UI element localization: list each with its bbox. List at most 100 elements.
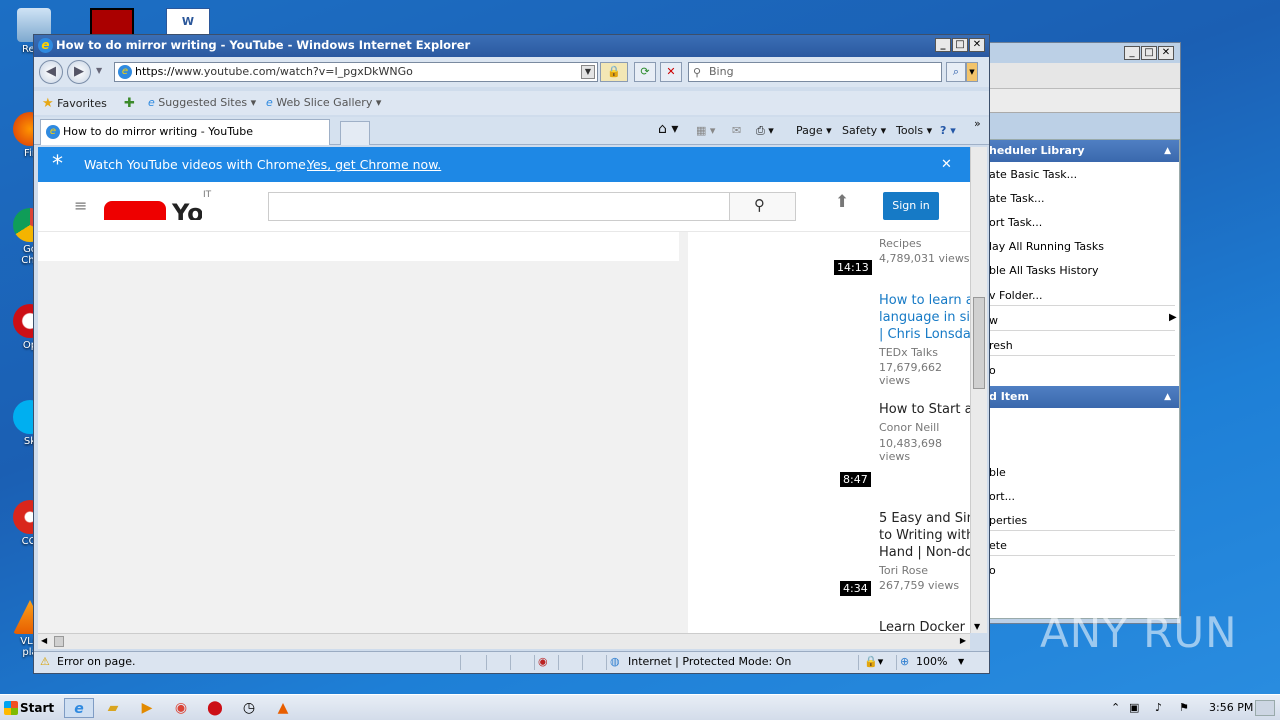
- action-create-task[interactable]: ate Task...: [989, 192, 1045, 205]
- scroll-down-arrow-icon[interactable]: ▼: [974, 622, 980, 631]
- recent-pages-dropdown-icon[interactable]: ▼: [96, 66, 102, 75]
- taskbar-media-player-icon[interactable]: ▶: [132, 698, 162, 718]
- video-title[interactable]: How to Start a: [879, 401, 970, 418]
- taskbar-opera-icon[interactable]: ⬤: [200, 698, 230, 718]
- video-title-line[interactable]: | Chris Lonsdal: [879, 326, 970, 343]
- scrollbar-thumb[interactable]: [54, 636, 64, 647]
- search-options-icon[interactable]: ▼: [966, 62, 978, 82]
- scrollbar-thumb[interactable]: [973, 297, 985, 389]
- suggested-sites-link[interactable]: e Suggested Sites ▾: [148, 96, 256, 109]
- new-tab-button[interactable]: [340, 121, 370, 145]
- action-export[interactable]: ort...: [989, 490, 1015, 503]
- action-new-folder[interactable]: v Folder...: [989, 289, 1042, 302]
- sign-in-button[interactable]: Sign in: [883, 192, 939, 220]
- video-title-line[interactable]: language in six: [879, 309, 970, 326]
- action-display-running-tasks[interactable]: lay All Running Tasks: [989, 240, 1104, 253]
- menu-hamburger-icon[interactable]: ≡: [74, 196, 87, 215]
- security-lock-button[interactable]: 🔒: [600, 62, 628, 82]
- action-create-basic-task[interactable]: ate Basic Task...: [989, 168, 1077, 181]
- page-menu[interactable]: Page ▾: [796, 124, 832, 137]
- youtube-search-input[interactable]: [268, 192, 730, 221]
- chevron-right-icon[interactable]: »: [974, 117, 981, 130]
- taskbar-chrome-icon[interactable]: ◉: [166, 698, 196, 718]
- feeds-icon[interactable]: ▦ ▾: [696, 124, 715, 137]
- close-button[interactable]: ✕: [1158, 46, 1174, 60]
- forward-button[interactable]: ▶: [67, 60, 91, 84]
- privacy-icon[interactable]: ◉: [538, 652, 548, 672]
- protected-mode-icon[interactable]: 🔒▾: [864, 652, 883, 672]
- youtube-search-button[interactable]: ⚲: [730, 192, 796, 221]
- maximize-button[interactable]: □: [952, 38, 968, 52]
- action-enable-history[interactable]: ble All Tasks History: [989, 264, 1099, 277]
- action-enable[interactable]: ble: [989, 466, 1006, 479]
- horizontal-scrollbar[interactable]: ◀ ▶: [38, 633, 970, 649]
- action-refresh[interactable]: resh: [989, 339, 1013, 352]
- safety-menu[interactable]: Safety ▾: [842, 124, 886, 137]
- scroll-right-arrow-icon[interactable]: ▶: [960, 636, 966, 645]
- web-slice-gallery-link[interactable]: e Web Slice Gallery ▾: [266, 96, 381, 109]
- tools-menu[interactable]: Tools ▾: [896, 124, 932, 137]
- action-delete[interactable]: ete: [989, 539, 1007, 552]
- action-help[interactable]: o: [989, 564, 996, 577]
- taskbar-vlc-icon[interactable]: ▲: [268, 698, 298, 718]
- favorites-button[interactable]: ★ Favorites: [42, 96, 107, 111]
- action-center-icon[interactable]: ⚑: [1179, 695, 1189, 720]
- security-zone-text[interactable]: Internet | Protected Mode: On: [628, 652, 791, 672]
- upload-icon[interactable]: ⬆: [835, 192, 849, 212]
- actions-section-header[interactable]: heduler Library ▲: [985, 140, 1179, 162]
- warning-icon[interactable]: ⚠: [40, 652, 50, 672]
- video-title[interactable]: Learn Docker i: [879, 619, 970, 633]
- print-icon[interactable]: ⎙ ▾: [756, 124, 774, 138]
- action-import-task[interactable]: ort Task...: [989, 216, 1042, 229]
- word-doc-icon[interactable]: W: [166, 8, 210, 36]
- minimize-button[interactable]: _: [1124, 46, 1140, 60]
- minimize-button[interactable]: _: [935, 38, 951, 52]
- pdf-app-icon[interactable]: [90, 8, 134, 36]
- zoom-icon[interactable]: ⊕: [900, 652, 909, 672]
- selected-item-section-header[interactable]: d Item ▲: [985, 386, 1179, 408]
- collapse-icon[interactable]: ▲: [1164, 386, 1171, 408]
- stop-button[interactable]: ✕: [660, 62, 682, 82]
- get-chrome-link[interactable]: Yes, get Chrome now.: [307, 147, 441, 182]
- task-scheduler-window[interactable]: _ □ ✕ heduler Library ▲ ate Basic Task..…: [975, 42, 1181, 624]
- back-button[interactable]: ◀: [39, 60, 63, 84]
- taskbar-clock-app-icon[interactable]: ◷: [234, 698, 264, 718]
- zoom-dropdown-icon[interactable]: ▼: [958, 652, 964, 672]
- youtube-logo[interactable]: Yo: [104, 201, 202, 220]
- add-favorites-icon[interactable]: ✚: [124, 96, 135, 111]
- close-button[interactable]: ✕: [969, 38, 985, 52]
- video-title-line[interactable]: to Writing with: [879, 527, 970, 544]
- title-bar[interactable]: e How to do mirror writing - YouTube - W…: [34, 35, 989, 57]
- search-input[interactable]: ⚲ Bing: [688, 62, 942, 82]
- video-title-line[interactable]: Hand | Non-do: [879, 544, 970, 561]
- taskbar-explorer-icon[interactable]: ▰: [98, 698, 128, 718]
- maximize-button[interactable]: □: [1141, 46, 1157, 60]
- action-view[interactable]: w: [989, 314, 998, 327]
- network-icon[interactable]: ▣: [1129, 695, 1139, 720]
- read-mail-icon[interactable]: ✉: [732, 124, 741, 137]
- help-icon[interactable]: ? ▾: [940, 124, 956, 137]
- search-button[interactable]: ⌕: [946, 62, 966, 82]
- volume-icon[interactable]: ♪: [1155, 695, 1162, 720]
- show-desktop-button[interactable]: [1255, 700, 1275, 716]
- vertical-scrollbar[interactable]: ▼: [970, 147, 987, 633]
- video-title-line[interactable]: 5 Easy and Sim: [879, 510, 970, 527]
- zoom-level[interactable]: 100%: [916, 652, 947, 672]
- tab-active[interactable]: e How to do mirror writing - YouTube: [40, 119, 330, 145]
- video-title-line[interactable]: How to learn a: [879, 292, 970, 309]
- banner-close-icon[interactable]: ✕: [941, 147, 952, 182]
- address-dropdown-icon[interactable]: ▼: [581, 65, 595, 79]
- address-input[interactable]: e https://www.youtube.com/watch?v=I_pgxD…: [114, 62, 598, 82]
- internet-explorer-window[interactable]: e How to do mirror writing - YouTube - W…: [33, 34, 990, 674]
- refresh-button[interactable]: ⟳: [634, 62, 656, 82]
- scroll-left-arrow-icon[interactable]: ◀: [41, 636, 47, 645]
- home-icon[interactable]: ⌂ ▾: [658, 121, 678, 137]
- action-help[interactable]: o: [989, 364, 996, 377]
- start-button[interactable]: Start: [2, 697, 56, 719]
- collapse-icon[interactable]: ▲: [1164, 140, 1171, 162]
- clock-time[interactable]: 3:56 PM: [1209, 695, 1253, 720]
- show-hidden-icons-icon[interactable]: ⌃: [1111, 695, 1120, 720]
- status-text[interactable]: Error on page.: [57, 652, 135, 672]
- taskbar-ie-icon[interactable]: e: [64, 698, 94, 718]
- action-properties[interactable]: perties: [989, 514, 1027, 527]
